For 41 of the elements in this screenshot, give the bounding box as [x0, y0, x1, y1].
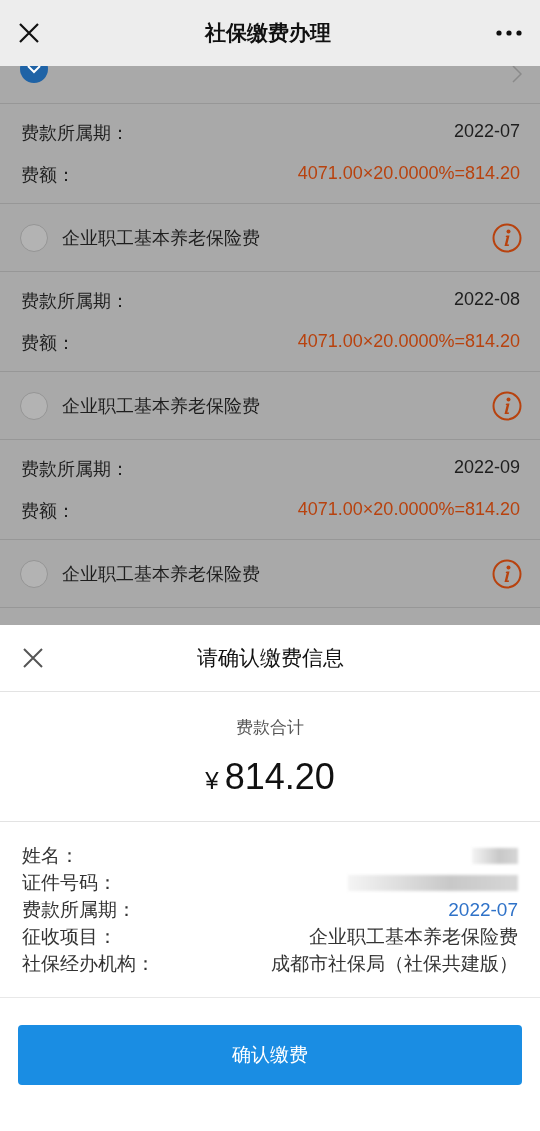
- field-label: 费款所属期：: [22, 897, 136, 922]
- fee-item-name: 企业职工基本养老保险费: [62, 226, 261, 250]
- total-label: 费款合计: [236, 717, 304, 739]
- check-icon: [26, 66, 42, 75]
- confirm-payment-button[interactable]: 确认缴费: [18, 1025, 522, 1085]
- blurred-value: [472, 847, 518, 864]
- info-icon[interactable]: [492, 390, 522, 421]
- field-label: 姓名：: [22, 843, 79, 868]
- period-label: 费款所属期：: [21, 289, 129, 313]
- fee-item-name: 企业职工基本养老保险费: [62, 562, 261, 586]
- period-value: 2022-07: [448, 898, 518, 921]
- field-value: 成都市社保局（社保共建版）: [271, 951, 518, 976]
- field-label: 征收项目：: [22, 924, 117, 949]
- close-icon[interactable]: [22, 647, 44, 669]
- amount-formula: 4071.00×20.0000%=814.20: [297, 162, 520, 185]
- more-icon[interactable]: [496, 30, 522, 36]
- amount-formula: 4071.00×20.0000%=814.20: [297, 330, 520, 353]
- period-label: 费款所属期：: [21, 457, 129, 481]
- amount-label: 费额：: [21, 331, 75, 355]
- sheet-title: 请确认缴费信息: [195, 645, 345, 671]
- field-value: 企业职工基本养老保险费: [309, 924, 518, 949]
- info-icon[interactable]: [492, 558, 522, 589]
- checkbox[interactable]: [20, 559, 48, 588]
- checkbox[interactable]: [20, 223, 48, 252]
- info-icon[interactable]: [492, 222, 522, 253]
- period-value: 2022-07: [453, 120, 520, 143]
- chevron-right-icon[interactable]: [512, 66, 522, 83]
- field-label: 证件号码：: [22, 870, 117, 895]
- currency-symbol: ¥: [205, 767, 219, 795]
- amount-label: 费额：: [21, 499, 75, 523]
- amount-label: 费额：: [21, 163, 75, 187]
- field-label: 社保经办机构：: [22, 951, 155, 976]
- amount-formula: 4071.00×20.0000%=814.20: [297, 498, 520, 521]
- close-icon[interactable]: [18, 22, 40, 44]
- fee-item-name: 企业职工基本养老保险费: [62, 394, 261, 418]
- page-title: 社保缴费办理: [203, 20, 332, 46]
- period-value: 2022-08: [453, 288, 520, 311]
- period-label: 费款所属期：: [21, 121, 129, 145]
- checkbox[interactable]: [20, 391, 48, 420]
- period-value: 2022-09: [453, 456, 520, 479]
- total-amount: 814.20: [224, 756, 335, 798]
